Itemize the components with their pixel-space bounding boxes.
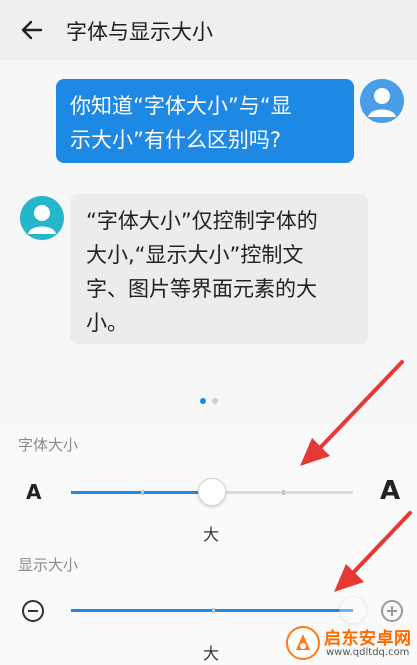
slider-tick [141,490,144,495]
font-small-icon: A [26,480,42,504]
answer-line: 字、图片等界面元素的大 [86,277,317,301]
title-bar: 字体与显示大小 [0,0,417,60]
page-title: 字体与显示大小 [66,20,213,44]
slider-tick [212,608,215,613]
back-button[interactable] [16,14,48,46]
font-size-slider[interactable] [71,478,353,506]
plus-circle-icon[interactable] [381,600,403,622]
display-size-value: 大 [203,644,220,663]
watermark: 启东安卓网 www.qdltdq.com [286,624,417,665]
watermark-url: www.qdltdq.com [326,647,410,658]
answer-line: “字体大小”仅控制字体的 [86,209,318,233]
page-indicator [200,398,218,404]
font-large-icon: A [380,476,401,506]
question-line: 示大小”有什么区别吗? [70,128,282,152]
assistant-avatar-icon [20,196,64,240]
arrow-left-icon [21,20,43,40]
page-dot[interactable] [212,398,218,404]
watermark-logo-icon [286,626,320,660]
slider-tick [282,490,285,495]
minus-circle-icon[interactable] [22,600,44,622]
font-size-value: 大 [203,525,220,544]
annotation-arrow-2 [334,511,412,592]
display-size-label: 显示大小 [18,556,79,574]
answer-line: 小。 [86,311,128,335]
question-line: 你知道“字体大小”与“显 [70,94,292,118]
page-dot-active[interactable] [200,398,206,404]
display-size-slider-thumb[interactable] [339,596,367,624]
answer-bubble: “字体大小”仅控制字体的 大小,“显示大小”控制文 字、图片等界面元素的大 小。 [70,194,368,344]
font-size-slider-thumb[interactable] [198,478,226,506]
display-size-slider[interactable] [71,596,367,624]
answer-line: 大小,“显示大小”控制文 [86,243,304,267]
watermark-brand: 启东安卓网 [324,629,412,649]
question-bubble: 你知道“字体大小”与“显 示大小”有什么区别吗? [56,79,354,163]
font-size-label: 字体大小 [18,436,79,454]
user-avatar-icon [360,79,404,123]
